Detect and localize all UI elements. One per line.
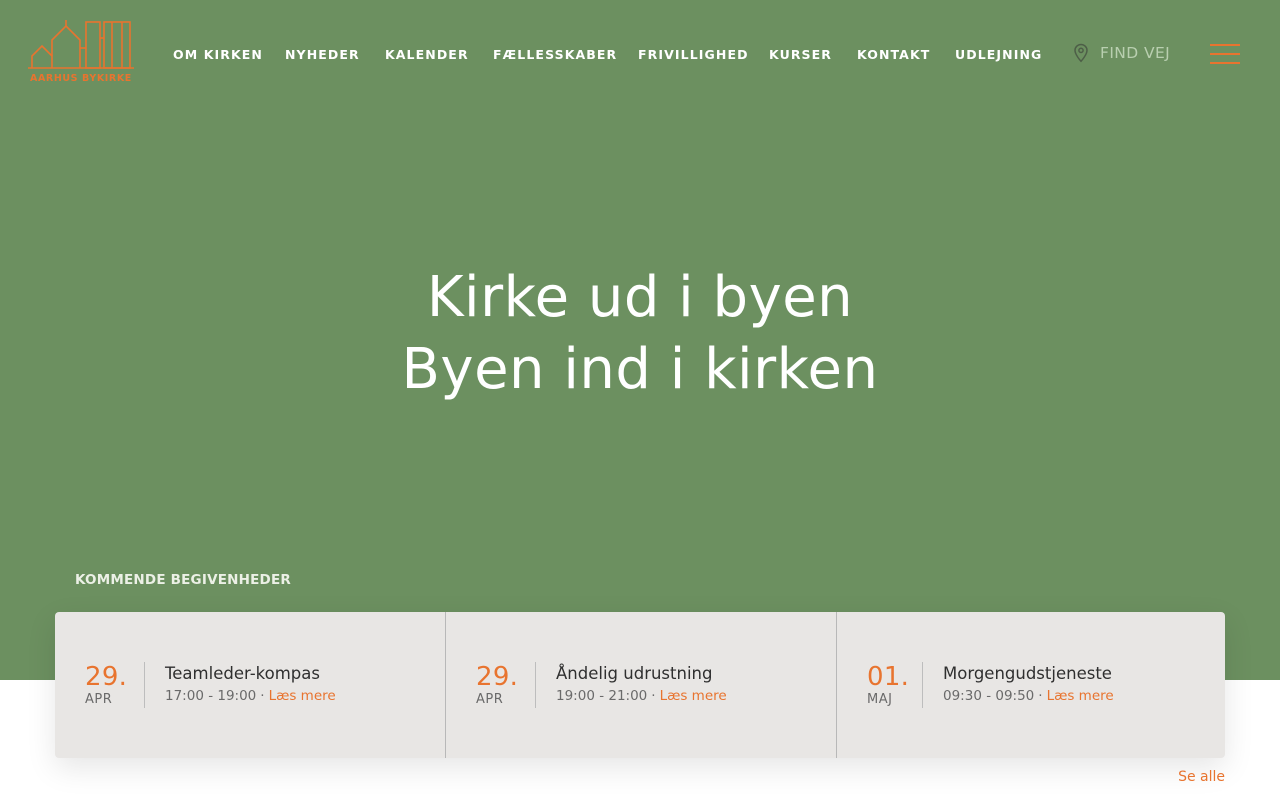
event-divider bbox=[144, 662, 145, 708]
event-meta: 17:00 - 19:00 · Læs mere bbox=[165, 688, 336, 704]
event-month: APR bbox=[476, 692, 504, 707]
event-item[interactable]: 29. APR Teamleder-kompas 17:00 - 19:00 · L… bbox=[55, 612, 445, 758]
events-card: 29. APR Teamleder-kompas 17:00 - 19:00 · L… bbox=[55, 612, 1225, 758]
event-title[interactable]: Åndelig udrustning bbox=[556, 664, 712, 683]
event-item[interactable]: 01. MAJ Morgengudstjeneste 09:30 - 09:50… bbox=[836, 612, 1225, 758]
nav-item-udlejning[interactable]: UDLEJNING bbox=[955, 47, 1042, 62]
nav-item-faellesskaber[interactable]: FÆLLESSKABER bbox=[493, 47, 617, 62]
logo-text: AARHUS BYKIRKE bbox=[30, 73, 132, 84]
nav-item-kontakt[interactable]: KONTAKT bbox=[857, 47, 930, 62]
event-day: 29. bbox=[85, 662, 128, 692]
event-day: 01. bbox=[867, 662, 910, 692]
events-heading: KOMMENDE BEGIVENHEDER bbox=[75, 572, 291, 588]
event-divider bbox=[922, 662, 923, 708]
nav-item-frivillighed[interactable]: FRIVILLIGHED bbox=[638, 47, 749, 62]
event-time: 17:00 - 19:00 bbox=[165, 688, 257, 704]
nav-item-kalender[interactable]: KALENDER bbox=[385, 47, 469, 62]
event-day: 29. bbox=[476, 662, 519, 692]
read-more-link[interactable]: Læs mere bbox=[269, 688, 336, 704]
event-meta: 19:00 - 21:00 · Læs mere bbox=[556, 688, 727, 704]
event-divider bbox=[535, 662, 536, 708]
event-title[interactable]: Morgengudstjeneste bbox=[943, 664, 1112, 683]
menu-hamburger-icon[interactable] bbox=[1210, 42, 1240, 66]
event-time: 09:30 - 09:50 bbox=[943, 688, 1035, 704]
event-title[interactable]: Teamleder-kompas bbox=[165, 664, 320, 683]
event-item[interactable]: 29. APR Åndelig udrustning 19:00 - 21:00… bbox=[445, 612, 836, 758]
event-month: APR bbox=[85, 692, 113, 707]
event-month: MAJ bbox=[867, 692, 893, 707]
hero-line-2: Byen ind i kirken bbox=[401, 337, 879, 402]
map-pin-icon bbox=[1074, 43, 1088, 63]
hero-section: AARHUS BYKIRKE OM KIRKEN NYHEDER KALENDE… bbox=[0, 0, 1280, 680]
read-more-link[interactable]: Læs mere bbox=[1047, 688, 1114, 704]
nav-item-kurser[interactable]: KURSER bbox=[769, 47, 832, 62]
nav-item-nyheder[interactable]: NYHEDER bbox=[285, 47, 360, 62]
event-time: 19:00 - 21:00 bbox=[556, 688, 648, 704]
find-vej-link[interactable]: FIND VEJ bbox=[1072, 43, 1170, 63]
hero-line-1: Kirke ud i byen bbox=[426, 265, 854, 330]
event-meta: 09:30 - 09:50 · Læs mere bbox=[943, 688, 1114, 704]
read-more-link[interactable]: Læs mere bbox=[660, 688, 727, 704]
nav-item-om-kirken[interactable]: OM KIRKEN bbox=[173, 47, 263, 62]
find-vej-label: FIND VEJ bbox=[1100, 44, 1171, 62]
hero-headline: Kirke ud i byen Byen ind i kirken bbox=[0, 262, 1280, 406]
see-all-link[interactable]: Se alle bbox=[1178, 769, 1225, 785]
